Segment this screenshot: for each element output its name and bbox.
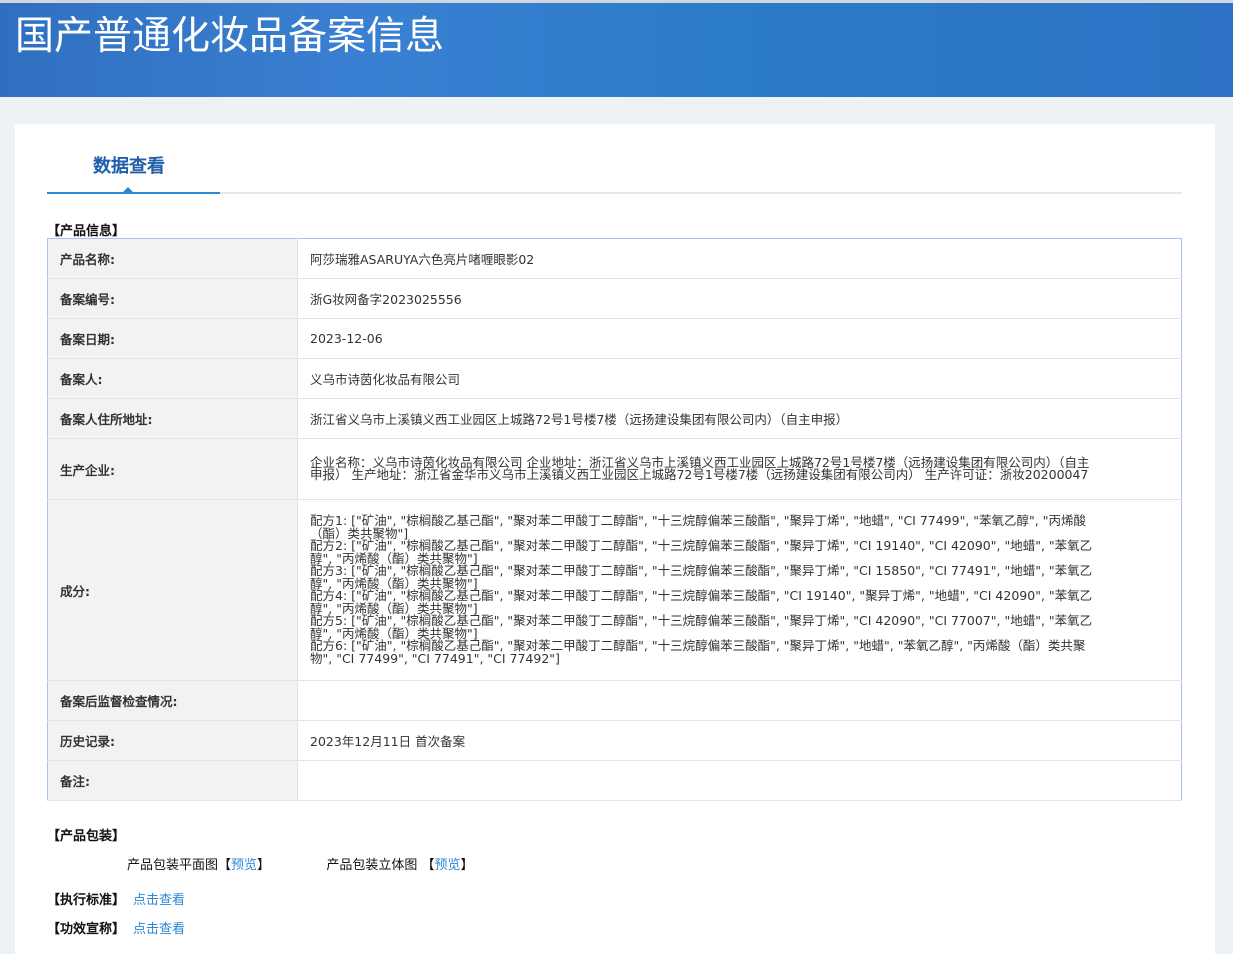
formula-line: 配方4: ["矿油", "棕榈酸乙基己酯", "聚对苯二甲酸丁二醇酯", "十三… [310, 588, 1093, 616]
table-row: 备案人: 义乌市诗茵化妆品有限公司 [47, 358, 1182, 399]
row-label: 备案后监督检查情况: [47, 680, 298, 721]
formula-line: 配方5: ["矿油", "棕榈酸乙基己酯", "聚对苯二甲酸丁二醇酯", "十三… [310, 613, 1093, 641]
formula-line: 配方6: ["矿油", "棕榈酸乙基己酯", "聚对苯二甲酸丁二醇酯", "十三… [310, 638, 1086, 666]
row-label: 备注: [47, 760, 298, 801]
row-label: 产品名称: [47, 238, 298, 279]
tab-bar: 数据查看 [47, 124, 1182, 194]
caret-up-icon [121, 187, 135, 194]
packaging-links: 产品包装平面图【预览】 产品包装立体图 【预览】 [127, 854, 474, 873]
formula-line: 配方1: ["矿油", "棕榈酸乙基己酯", "聚对苯二甲酸丁二醇酯", "十三… [310, 513, 1086, 541]
product-info-table: 产品名称: 阿莎瑞雅ASARUYA六色亮片啫喱眼影02 备案编号: 浙G妆网备字20… [47, 238, 1182, 801]
row-label: 备案日期: [47, 318, 298, 359]
page-header: 国产普通化妆品备案信息 [0, 0, 1233, 97]
standard-label: 【执行标准】 [47, 893, 126, 908]
row-value: 2023年12月11日 首次备案 [297, 720, 1182, 761]
table-row: 备注: [47, 760, 1182, 801]
formula-line: 配方2: ["矿油", "棕榈酸乙基己酯", "聚对苯二甲酸丁二醇酯", "十三… [310, 538, 1093, 566]
row-label: 成分: [47, 499, 298, 681]
table-row: 备案人住所地址: 浙江省义乌市上溪镇义西工业园区上城路72号1号楼7楼（远扬建设集… [47, 398, 1182, 439]
row-label: 备案编号: [47, 278, 298, 319]
formula-line: 配方3: ["矿油", "棕榈酸乙基己酯", "聚对苯二甲酸丁二醇酯", "十三… [310, 563, 1093, 591]
table-row: 产品名称: 阿莎瑞雅ASARUYA六色亮片啫喱眼影02 [47, 238, 1182, 279]
table-row: 历史记录: 2023年12月11日 首次备案 [47, 720, 1182, 761]
row-value: 义乌市诗茵化妆品有限公司 [297, 358, 1182, 399]
flat-image-label: 产品包装平面图 [127, 858, 219, 873]
table-row: 备案编号: 浙G妆网备字2023025556 [47, 278, 1182, 319]
bracket: 】 [257, 858, 271, 873]
row-label: 备案人住所地址: [47, 398, 298, 439]
row-label: 历史记录: [47, 720, 298, 761]
section-standard: 【执行标准】 点击查看 [47, 889, 185, 908]
row-label: 备案人: [47, 358, 298, 399]
row-value: 企业名称：义乌市诗茵化妆品有限公司 企业地址：浙江省义乌市上溪镇义西工业园区上城… [297, 438, 1182, 500]
table-row: 成分: 配方1: ["矿油", "棕榈酸乙基己酯", "聚对苯二甲酸丁二醇酯",… [47, 499, 1182, 681]
preview-flat-link[interactable]: 预览 [231, 858, 257, 873]
row-value [297, 760, 1182, 801]
solid-image-label: 产品包装立体图 [326, 858, 418, 873]
standard-view-link[interactable]: 点击查看 [133, 893, 185, 908]
row-value [297, 680, 1182, 721]
bracket: 【 [218, 858, 232, 873]
ingredients-value: 配方1: ["矿油", "棕榈酸乙基己酯", "聚对苯二甲酸丁二醇酯", "十三… [297, 499, 1182, 681]
row-label: 生产企业: [47, 438, 298, 500]
table-row: 备案日期: 2023-12-06 [47, 318, 1182, 359]
bracket: 】 [460, 858, 474, 873]
page-title: 国产普通化妆品备案信息 [15, 14, 445, 59]
tab-active-indicator [47, 187, 220, 194]
preview-solid-link[interactable]: 预览 [435, 858, 461, 873]
section-efficacy: 【功效宣称】 点击查看 [47, 918, 185, 937]
row-value: 阿莎瑞雅ASARUYA六色亮片啫喱眼影02 [297, 238, 1182, 279]
row-value: 浙江省义乌市上溪镇义西工业园区上城路72号1号楼7楼（远扬建设集团有限公司内）（… [297, 398, 1182, 439]
row-value: 浙G妆网备字2023025556 [297, 278, 1182, 319]
section-product-info: 【产品信息】 [47, 224, 126, 239]
table-row: 备案后监督检查情况: [47, 680, 1182, 721]
table-row: 生产企业: 企业名称：义乌市诗茵化妆品有限公司 企业地址：浙江省义乌市上溪镇义西工… [47, 438, 1182, 500]
bracket: 【 [421, 858, 435, 873]
section-packaging: 【产品包装】 [47, 829, 126, 844]
row-value: 2023-12-06 [297, 318, 1182, 359]
tab-data-view[interactable]: 数据查看 [93, 152, 165, 178]
content-card: 数据查看 【产品信息】 产品名称: 阿莎瑞雅ASARUYA六色亮片啫喱眼影02 备… [15, 124, 1215, 954]
